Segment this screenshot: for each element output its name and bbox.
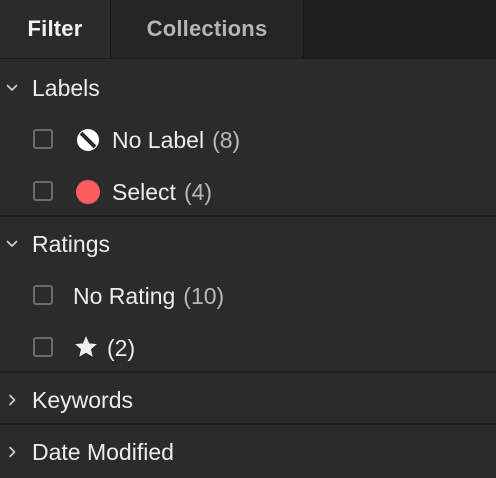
section-ratings-header[interactable]: Ratings [0, 218, 496, 270]
select-checkbox[interactable] [33, 181, 53, 201]
section-divider [0, 215, 496, 217]
section-labels-header[interactable]: Labels [0, 62, 496, 114]
filter-row-no-label[interactable]: No Label (8) [0, 114, 496, 166]
chevron-down-icon [6, 84, 18, 91]
one-star-checkbox[interactable] [33, 337, 53, 357]
filter-row-no-rating[interactable]: No Rating (10) [0, 270, 496, 322]
no-rating-text: No Rating (10) [73, 283, 225, 309]
section-divider [0, 423, 496, 425]
select-count: (4) [183, 179, 213, 205]
tab-collections[interactable]: Collections [110, 0, 304, 58]
section-labels-title: Labels [32, 75, 100, 101]
chevron-down-icon [6, 240, 18, 247]
select-text: Select (4) [112, 179, 213, 205]
tab-bar: Filter Collections [0, 0, 496, 59]
tab-filter[interactable]: Filter [0, 0, 110, 58]
section-keywords-title: Keywords [32, 387, 133, 413]
no-label-checkbox[interactable] [33, 129, 53, 149]
chevron-right-icon [9, 394, 16, 406]
chevron-right-icon [9, 446, 16, 458]
one-star-count: (2) [107, 335, 136, 361]
no-rating-count: (10) [183, 283, 225, 309]
section-date-modified-header[interactable]: Date Modified [0, 426, 496, 478]
no-label-count: (8) [212, 127, 241, 153]
no-label-icon [77, 129, 99, 151]
section-divider [0, 371, 496, 373]
no-label-text: No Label (8) [112, 127, 241, 153]
section-keywords-header[interactable]: Keywords [0, 374, 496, 426]
red-dot-icon [76, 180, 100, 204]
filter-row-select[interactable]: Select (4) [0, 166, 496, 218]
section-ratings-title: Ratings [32, 231, 110, 257]
no-rating-checkbox[interactable] [33, 285, 53, 305]
star-icon [75, 336, 97, 357]
filter-row-one-star[interactable]: (2) [0, 322, 496, 374]
section-date-modified-title: Date Modified [32, 439, 174, 465]
